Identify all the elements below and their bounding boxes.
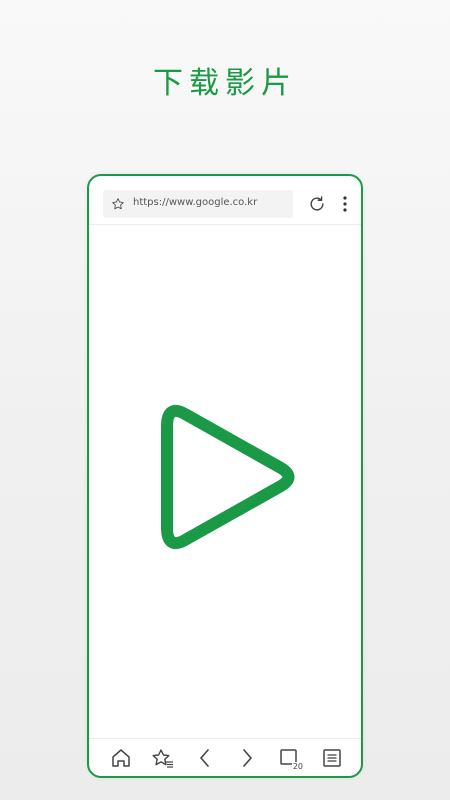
address-bar[interactable]: https://www.google.co.kr [103, 190, 293, 218]
promo-headline: 下载影片 [153, 66, 297, 101]
top-divider [89, 224, 361, 225]
forward-icon[interactable] [234, 746, 260, 770]
menu-list-icon[interactable] [319, 746, 345, 770]
tabs-icon[interactable]: 20 [277, 746, 304, 771]
tab-count-badge: 20 [291, 762, 304, 771]
more-vertical-icon[interactable] [339, 194, 351, 214]
phone-frame: https://www.google.co.kr 20 [87, 174, 363, 778]
back-icon[interactable] [192, 746, 218, 770]
bottom-toolbar: 20 [89, 739, 361, 776]
play-icon[interactable] [159, 402, 295, 552]
home-icon[interactable] [108, 746, 134, 770]
url-text[interactable]: https://www.google.co.kr [133, 197, 257, 208]
refresh-icon[interactable] [307, 194, 327, 214]
bookmarks-icon[interactable] [150, 746, 176, 770]
star-icon[interactable] [111, 197, 125, 211]
